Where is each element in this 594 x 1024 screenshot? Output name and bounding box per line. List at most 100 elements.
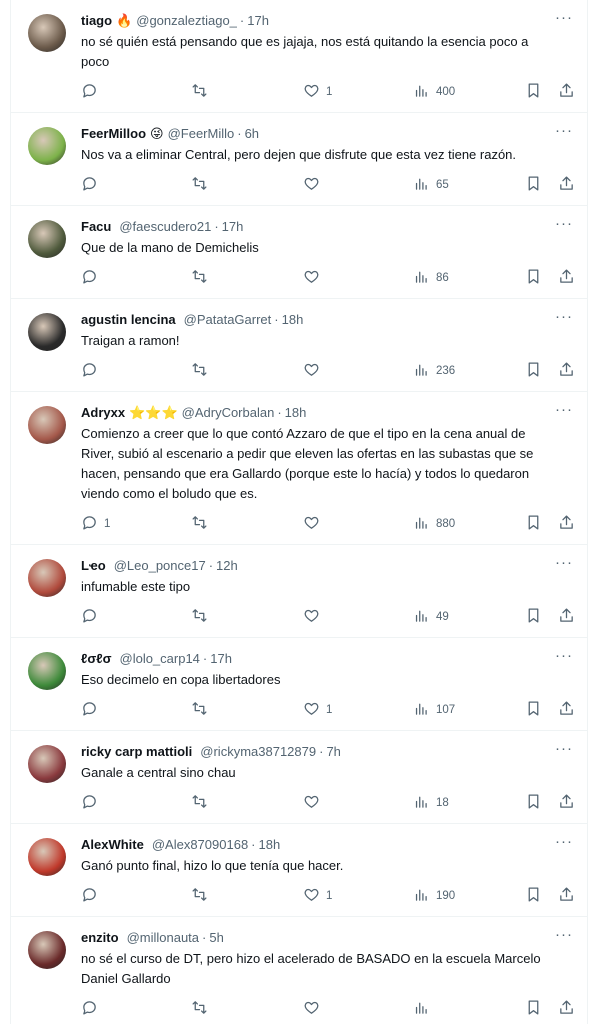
reply-button[interactable]: 1 (81, 514, 110, 534)
tweet[interactable]: ℓσℓσ @lolo_carp14 · 17h ··· Eso decimelo… (11, 638, 587, 731)
user-handle[interactable]: @Alex87090168 (152, 836, 248, 854)
display-name[interactable]: agustin lencina (81, 311, 176, 329)
bookmark-button[interactable] (525, 361, 542, 381)
more-icon[interactable]: ··· (555, 216, 573, 231)
views-button[interactable]: 400 (413, 82, 455, 102)
retweet-button[interactable] (191, 886, 214, 906)
more-icon[interactable]: ··· (555, 123, 573, 138)
tweet[interactable]: AlexWhite @Alex87090168 · 18h ··· Ganó p… (11, 824, 587, 917)
views-button[interactable]: 236 (413, 361, 455, 381)
user-handle[interactable]: @FeerMillo (168, 125, 235, 143)
like-button[interactable] (303, 175, 326, 195)
more-icon[interactable]: ··· (555, 402, 573, 417)
avatar[interactable] (28, 127, 66, 165)
timestamp[interactable]: 5h (209, 929, 223, 947)
reply-button[interactable] (81, 175, 104, 195)
timestamp[interactable]: 18h (285, 404, 307, 422)
reply-button[interactable] (81, 700, 104, 720)
share-button[interactable] (558, 361, 575, 381)
display-name[interactable]: enzito (81, 929, 119, 947)
bookmark-button[interactable] (525, 793, 542, 813)
more-icon[interactable]: ··· (555, 648, 573, 663)
more-icon[interactable]: ··· (555, 927, 573, 942)
bookmark-button[interactable] (525, 999, 542, 1019)
like-button[interactable]: 1 (303, 82, 332, 102)
more-icon[interactable]: ··· (555, 309, 573, 324)
share-button[interactable] (558, 793, 575, 813)
tweet[interactable]: ricky carp mattioli @rickyma38712879 · 7… (11, 731, 587, 824)
reply-button[interactable] (81, 886, 104, 906)
user-handle[interactable]: @faescudero21 (119, 218, 211, 236)
avatar[interactable] (28, 313, 66, 351)
views-button[interactable]: 65 (413, 175, 449, 195)
user-handle[interactable]: @rickyma38712879 (200, 743, 316, 761)
like-button[interactable]: 1 (303, 886, 332, 906)
display-name[interactable]: tiago (81, 12, 112, 30)
reply-button[interactable] (81, 999, 104, 1019)
avatar[interactable] (28, 931, 66, 969)
tweet[interactable]: Adryxx ⭐⭐⭐ @AdryCorbalan · 18h ··· Comie… (11, 392, 587, 545)
more-icon[interactable]: ··· (555, 10, 573, 25)
user-handle[interactable]: @gonzaleztiago_ (136, 12, 237, 30)
retweet-button[interactable] (191, 361, 214, 381)
like-button[interactable] (303, 361, 326, 381)
views-button[interactable]: 190 (413, 886, 455, 906)
bookmark-button[interactable] (525, 700, 542, 720)
timestamp[interactable]: 6h (245, 125, 259, 143)
reply-button[interactable] (81, 268, 104, 288)
timestamp[interactable]: 18h (282, 311, 304, 329)
display-name[interactable]: Adryxx (81, 404, 125, 422)
retweet-button[interactable] (191, 607, 214, 627)
avatar[interactable] (28, 14, 66, 52)
more-icon[interactable]: ··· (555, 834, 573, 849)
bookmark-button[interactable] (525, 607, 542, 627)
share-button[interactable] (558, 999, 575, 1019)
timestamp[interactable]: 7h (326, 743, 340, 761)
bookmark-button[interactable] (525, 82, 542, 102)
like-button[interactable] (303, 607, 326, 627)
retweet-button[interactable] (191, 82, 214, 102)
bookmark-button[interactable] (525, 175, 542, 195)
tweet[interactable]: Lҽo @Leo_ponce17 · 12h ··· infumable est… (11, 545, 587, 638)
reply-button[interactable] (81, 793, 104, 813)
views-button[interactable]: 86 (413, 268, 449, 288)
timestamp[interactable]: 18h (259, 836, 281, 854)
timestamp[interactable]: 17h (247, 12, 269, 30)
views-button[interactable] (413, 999, 436, 1019)
user-handle[interactable]: @AdryCorbalan (182, 404, 275, 422)
more-icon[interactable]: ··· (555, 741, 573, 756)
share-button[interactable] (558, 268, 575, 288)
tweet[interactable]: agustin lencina @PatataGarret · 18h ··· … (11, 299, 587, 392)
user-handle[interactable]: @millonauta (127, 929, 199, 947)
share-button[interactable] (558, 700, 575, 720)
display-name[interactable]: ricky carp mattioli (81, 743, 192, 761)
user-handle[interactable]: @Leo_ponce17 (114, 557, 206, 575)
user-handle[interactable]: @PatataGarret (184, 311, 272, 329)
reply-button[interactable] (81, 82, 104, 102)
display-name[interactable]: Facu (81, 218, 111, 236)
retweet-button[interactable] (191, 268, 214, 288)
share-button[interactable] (558, 82, 575, 102)
timestamp[interactable]: 12h (216, 557, 238, 575)
avatar[interactable] (28, 220, 66, 258)
reply-button[interactable] (81, 607, 104, 627)
like-button[interactable] (303, 793, 326, 813)
reply-button[interactable] (81, 361, 104, 381)
bookmark-button[interactable] (525, 886, 542, 906)
like-button[interactable] (303, 514, 326, 534)
views-button[interactable]: 880 (413, 514, 455, 534)
like-button[interactable]: 1 (303, 700, 332, 720)
like-button[interactable] (303, 999, 326, 1019)
display-name[interactable]: Lҽo (81, 557, 106, 575)
timestamp[interactable]: 17h (210, 650, 232, 668)
views-button[interactable]: 49 (413, 607, 449, 627)
share-button[interactable] (558, 514, 575, 534)
tweet[interactable]: tiago 🔥 @gonzaleztiago_ · 17h ··· no sé … (11, 0, 587, 113)
tweet[interactable]: enzito @millonauta · 5h ··· no sé el cur… (11, 917, 587, 1024)
retweet-button[interactable] (191, 793, 214, 813)
retweet-button[interactable] (191, 700, 214, 720)
views-button[interactable]: 107 (413, 700, 455, 720)
display-name[interactable]: ℓσℓσ (81, 650, 112, 668)
avatar[interactable] (28, 652, 66, 690)
retweet-button[interactable] (191, 175, 214, 195)
